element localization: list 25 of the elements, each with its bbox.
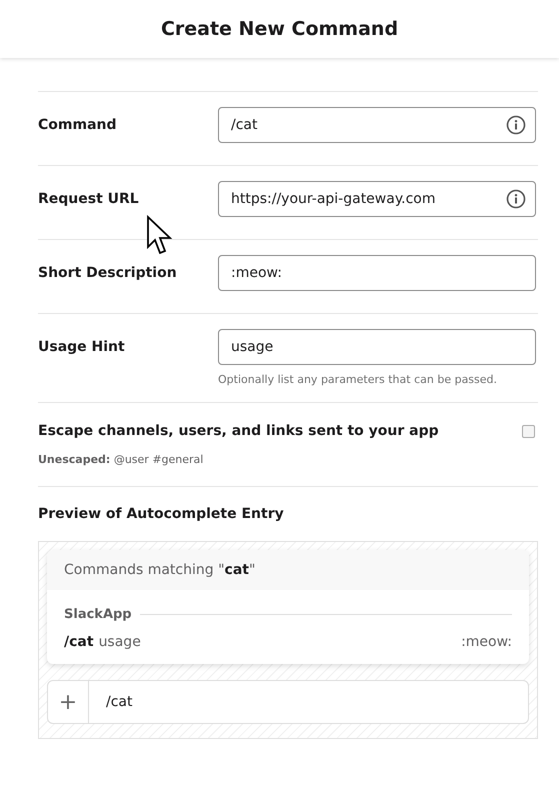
- message-text: /cat: [105, 694, 132, 710]
- info-icon[interactable]: [506, 115, 526, 135]
- hint-text: Optionally list any parameters that can be passed.: [218, 373, 498, 386]
- input-field[interactable]: https://your-api-gateway.com: [218, 181, 536, 217]
- field-label: Command: [38, 116, 118, 135]
- cursor-icon: [146, 215, 174, 257]
- field-label: Request URL: [38, 190, 140, 209]
- command-name: /cat: [64, 634, 94, 650]
- escape-label: Escape channels, users, and links sent to your app: [38, 423, 439, 439]
- message-input[interactable]: + /cat: [47, 680, 529, 724]
- field-label: Usage Hint: [38, 338, 126, 357]
- info-icon[interactable]: [506, 189, 526, 209]
- input-field[interactable]: usage: [218, 329, 536, 365]
- input-field[interactable]: :meow:: [218, 255, 536, 291]
- app-name: SlackApp: [64, 607, 132, 622]
- add-button[interactable]: +: [48, 681, 89, 723]
- description-text: :meow:: [461, 634, 512, 650]
- usage-text: usage: [98, 634, 142, 650]
- popup-header: Commands matching "cat": [64, 562, 256, 578]
- input-field[interactable]: /cat: [218, 107, 536, 143]
- field-label: Short Description: [38, 264, 178, 283]
- escape-checkbox[interactable]: [522, 424, 535, 438]
- window-title: Create New Command: [160, 18, 398, 40]
- unescaped-note: Unescaped: @user #general: [38, 453, 204, 466]
- preview-title: Preview of Autocomplete Entry: [38, 506, 285, 522]
